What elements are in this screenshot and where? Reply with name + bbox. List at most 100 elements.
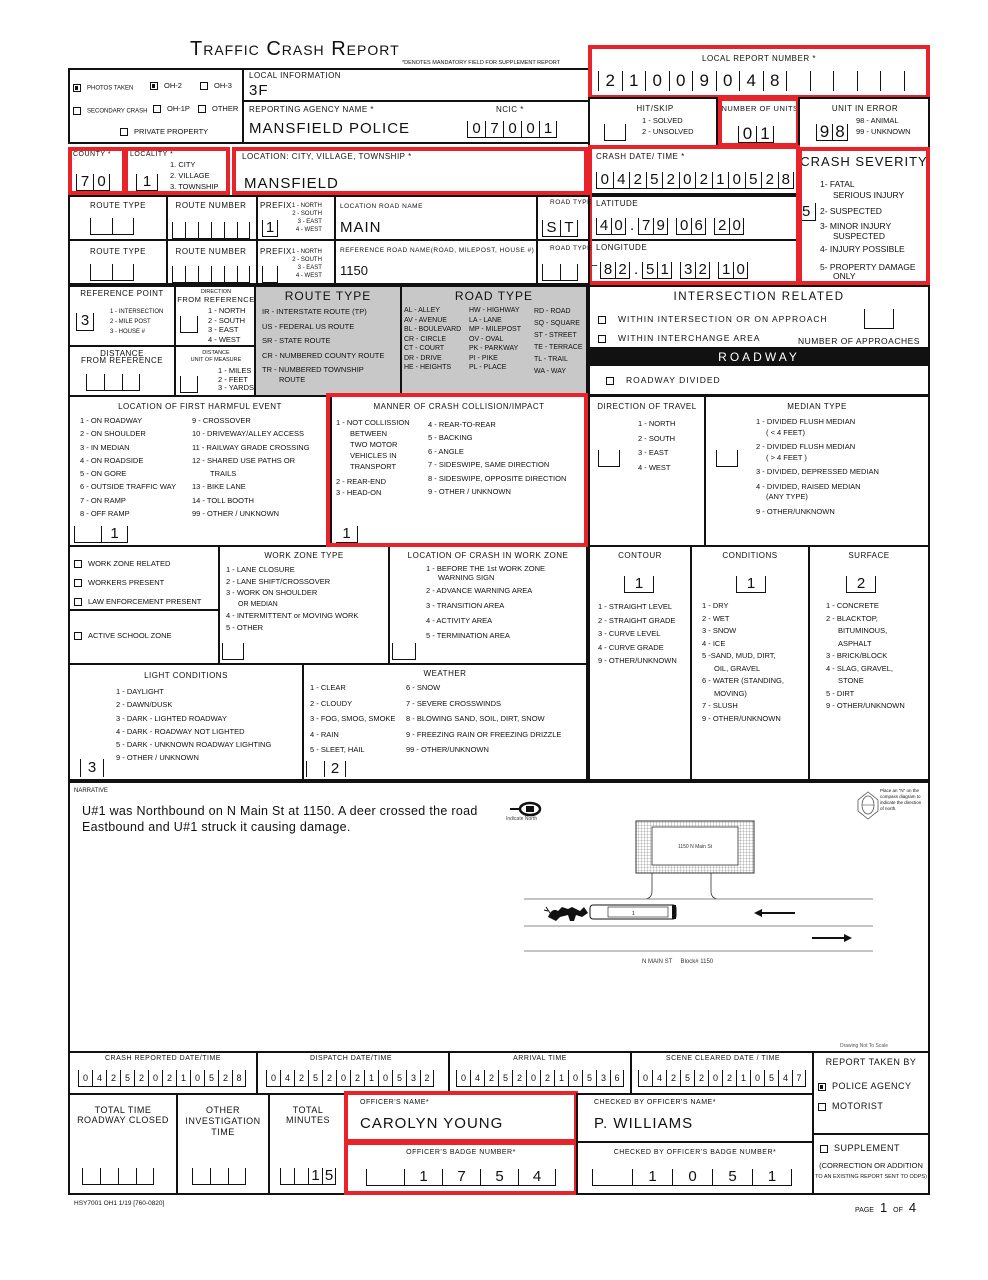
route-type-input-1[interactable] [90, 217, 134, 235]
light-conditions-field[interactable]: LIGHT CONDITIONS 1 - DAYLIGHT 2 - DAWN/DU… [68, 663, 304, 781]
total-minutes-field[interactable]: TOTAL MINUTES 15 [268, 1093, 348, 1195]
longitude-field[interactable]: LONGITUDE ‾ 82.513210 [588, 239, 800, 285]
local-information-field[interactable]: LOCAL INFORMATION 3F [242, 68, 590, 102]
crash-severity-value: 5 [802, 203, 816, 221]
road-type-legend: ROAD TYPE AL - ALLEY AV - AVENUE BL - BOUL… [400, 285, 588, 397]
private-property-checkbox[interactable]: PRIVATE PROPERTY [120, 127, 208, 138]
surface-field[interactable]: SURFACE 2 1 - CONCRETE 2 - BLACKTOP, BITUM… [808, 545, 930, 781]
latitude-field[interactable]: LATITUDE 40.790620 [588, 195, 800, 241]
roadway-divided-checkbox[interactable]: ROADWAY DIVIDED [606, 375, 721, 386]
weather-field[interactable]: WEATHER 1 - CLEAR 2 - CLOUDY 3 - FOG, SMOG… [302, 663, 588, 781]
north-arrow-icon [510, 801, 542, 817]
county-field[interactable]: COUNTY * 70 [68, 147, 126, 195]
crash-reported-datetime[interactable]: CRASH REPORTED DATE/TIME 042520210528 [70, 1053, 256, 1093]
digit: 2 [162, 1070, 176, 1086]
option-item: RD - ROAD [534, 308, 571, 315]
photos-taken-checkbox[interactable]: PHOTOS TAKEN [73, 84, 133, 92]
other-investigation-time-field[interactable]: OTHER INVESTIGATION TIME [176, 1093, 270, 1195]
direction-from-reference-field[interactable]: DIRECTION FROM REFERENCE 1 - NORTH 2 - SO… [174, 285, 256, 347]
route-number-input-1[interactable] [172, 221, 250, 239]
median-type-field[interactable]: MEDIAN TYPE 1 - DIVIDED FLUSH MEDIAN( < … [704, 395, 930, 547]
active-school-zone-checkbox[interactable]: ACTIVE SCHOOL ZONE [74, 631, 172, 642]
conditions-field[interactable]: CONDITIONS 1 1 - DRY 2 - WET 3 - SNOW 4 - I… [690, 545, 810, 781]
officer-name-field[interactable]: OFFICER'S NAME* CAROLYN YOUNG [346, 1093, 576, 1143]
reference-point-field[interactable]: REFERENCE POINT 1 - INTERSECTION 2 - MILE… [68, 285, 176, 347]
number-of-units-field[interactable]: NUMBER OF UNITS 01 [718, 97, 800, 149]
workers-present-checkbox[interactable]: WORKERS PRESENT [74, 578, 164, 589]
crash-severity-field[interactable]: CRASH SEVERITY 1- FATAL SERIOUS INJURY 2… [798, 147, 930, 285]
narrative-text[interactable]: U#1 was Northbound on N Main St at 1150.… [82, 803, 482, 835]
checked-by-name-field[interactable]: CHECKED BY OFFICER'S NAME* P. WILLIAMS [576, 1093, 814, 1143]
distance-from-reference-field[interactable]: DISTANCE FROM REFERENCE [68, 345, 176, 397]
option-item: 2 - DAWN/DUSK [116, 700, 173, 710]
digit: 2 [662, 172, 679, 188]
option-item: CR - CIRCLE [404, 335, 447, 343]
checked-by-badge-field[interactable]: CHECKED BY OFFICER'S BADGE NUMBER* 1051 [576, 1141, 814, 1195]
contour-value: 1 [624, 576, 654, 592]
reference-road-name[interactable]: 1150 [340, 263, 368, 278]
option-item: BITUMINOUS, [838, 626, 888, 635]
route-number-input-2[interactable] [172, 265, 250, 283]
officer-badge-field[interactable]: OFFICER'S BADGE NUMBER* 1754 [346, 1141, 576, 1195]
within-intersection-checkbox[interactable]: WITHIN INTERSECTION OR ON APPROACH [598, 314, 828, 325]
compass-icon [857, 791, 879, 820]
road-type-input-1[interactable]: ST [542, 219, 578, 237]
hit-skip-field[interactable]: HIT/SKIP 1 - SOLVED 2 - UNSOLVED [588, 97, 718, 149]
road-type-input-2[interactable] [542, 263, 578, 281]
option-item: 1 - CLEAR [310, 683, 346, 692]
digit: 1 [621, 71, 646, 91]
digit: 2 [761, 172, 778, 188]
police-agency-checkbox[interactable]: POLICE AGENCY [818, 1081, 912, 1092]
digit: 7 [485, 121, 503, 137]
prefix-input-2[interactable] [262, 265, 278, 283]
direction-of-travel-field[interactable]: DIRECTION OF TRAVEL 1 - NORTH 2 - SOUTH 3 … [588, 395, 706, 547]
work-zone-related-checkbox[interactable]: WORK ZONE RELATED [74, 559, 170, 570]
location-field[interactable]: LOCATION: CITY, VILLAGE, TOWNSHIP * MANS… [232, 147, 588, 195]
unit-in-error-field[interactable]: UNIT IN ERROR 98 - ANIMAL 99 - UNKNOWN 9… [798, 97, 930, 149]
within-interchange-checkbox[interactable]: WITHIN INTERCHANGE AREA [598, 333, 760, 344]
work-zone-type-field[interactable]: WORK ZONE TYPE 1 - LANE CLOSURE 2 - LANE … [218, 545, 390, 665]
manner-of-collision-value: 1 [336, 526, 358, 542]
option-item: 99 - OTHER/UNKNOWN [406, 745, 489, 755]
digit: 2 [420, 1070, 434, 1086]
motorist-checkbox[interactable]: MOTORIST [818, 1101, 883, 1112]
contour-field[interactable]: CONTOUR 1 1 - STRAIGHT LEVEL 2 - STRAIGHT… [588, 545, 692, 781]
locality-field[interactable]: LOCALITY * 1. CITY 2. VILLAGE 3. TOWNSHI… [124, 147, 230, 195]
scene-cleared-datetime[interactable]: SCENE CLEARED DATE / TIME 042520210547 [632, 1053, 814, 1093]
digit: 0 [738, 125, 756, 142]
option-item: MP - MILEPOST [469, 326, 521, 333]
oh3-checkbox[interactable]: OH-3 [200, 81, 232, 92]
dispatch-datetime[interactable]: DISPATCH DATE/TIME 042520210532 [258, 1053, 444, 1093]
option-item: 3 - IN MEDIAN [80, 442, 130, 452]
manner-of-collision-field[interactable]: MANNER OF CRASH COLLISION/IMPACT 1 - NOT… [330, 395, 588, 547]
prefix-input-1[interactable]: 1 [262, 219, 278, 237]
option-item: 4 - SLAG, GRAVEL, [826, 663, 893, 673]
option-item: PK - PARKWAY [469, 345, 519, 352]
first-harmful-event-field[interactable]: LOCATION OF FIRST HARMFUL EVENT 1 - ON R… [68, 395, 332, 547]
supplement-checkbox[interactable]: SUPPLEMENT [820, 1143, 900, 1154]
secondary-crash-checkbox[interactable]: SECONDARY CRASH [73, 107, 147, 115]
work-zone-location-field[interactable]: LOCATION OF CRASH IN WORK ZONE 1 - BEFOR… [388, 545, 588, 665]
digit: 1 [539, 121, 557, 137]
reporting-agency-field[interactable]: REPORTING AGENCY NAME * MANSFIELD POLICE… [242, 100, 590, 144]
times-row: CRASH REPORTED DATE/TIME 042520210528 DI… [68, 1051, 814, 1095]
option-item: ST - STREET [534, 332, 577, 339]
distance-unit-field[interactable]: DISTANCE UNIT OF MEASURE 1 - MILES 2 - FE… [174, 345, 256, 397]
option-item: 2 - ON SHOULDER [80, 429, 146, 439]
digit: 0 [456, 1070, 470, 1086]
total-time-closed-field[interactable]: TOTAL TIME ROADWAY CLOSED [68, 1093, 178, 1195]
route-type-input-2[interactable] [90, 263, 134, 281]
option-item: 7 - ON RAMP [80, 495, 126, 505]
arrow-left-icon [754, 909, 795, 917]
oh2-checkbox[interactable]: OH-2 [150, 81, 182, 92]
arrival-time[interactable]: ARRIVAL TIME 042520210536 [450, 1053, 630, 1093]
crash-datetime-field[interactable]: CRASH DATE/ TIME * 042520210528 [588, 147, 800, 195]
law-enforcement-present-checkbox[interactable]: LAW ENFORCEMENT PRESENT [74, 597, 201, 608]
local-report-number-field[interactable]: LOCAL REPORT NUMBER * 21009048 [588, 45, 930, 99]
ncic-digits[interactable]: 07001 [467, 120, 557, 138]
location-road-name[interactable]: MAIN [340, 219, 382, 236]
digit: 8 [832, 123, 848, 140]
other-checkbox[interactable]: OTHER [198, 104, 238, 115]
number-of-approaches-input[interactable] [864, 309, 894, 329]
oh1p-checkbox[interactable]: OH-1P [153, 104, 190, 115]
